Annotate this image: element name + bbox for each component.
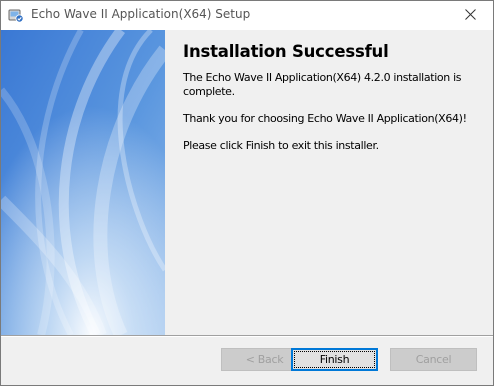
focus-ring: [294, 351, 375, 368]
dialog-body: Installation Successful The Echo Wave II…: [1, 30, 493, 335]
title-bar[interactable]: Echo Wave II Application(X64) Setup: [1, 1, 493, 30]
completion-message: The Echo Wave II Application(X64) 4.2.0 …: [183, 71, 462, 98]
page-title: Installation Successful: [183, 42, 389, 61]
setup-window: Echo Wave II Application(X64) Setup Inst…: [0, 0, 494, 386]
cancel-button[interactable]: Cancel: [390, 348, 477, 371]
thank-you-message: Thank you for choosing Echo Wave II Appl…: [183, 112, 467, 125]
finish-button[interactable]: Finish: [291, 348, 378, 371]
close-button[interactable]: [447, 1, 493, 30]
cancel-button-label: Cancel: [415, 353, 452, 366]
footer-divider: [1, 335, 493, 337]
back-button-label: < Back: [245, 353, 284, 366]
installer-icon: [8, 7, 24, 23]
wizard-banner-image: [1, 30, 165, 335]
content-panel: Installation Successful The Echo Wave II…: [183, 42, 478, 166]
window-title: Echo Wave II Application(X64) Setup: [31, 7, 251, 21]
finish-instruction: Please click Finish to exit this install…: [183, 139, 379, 152]
close-icon: [464, 8, 476, 23]
